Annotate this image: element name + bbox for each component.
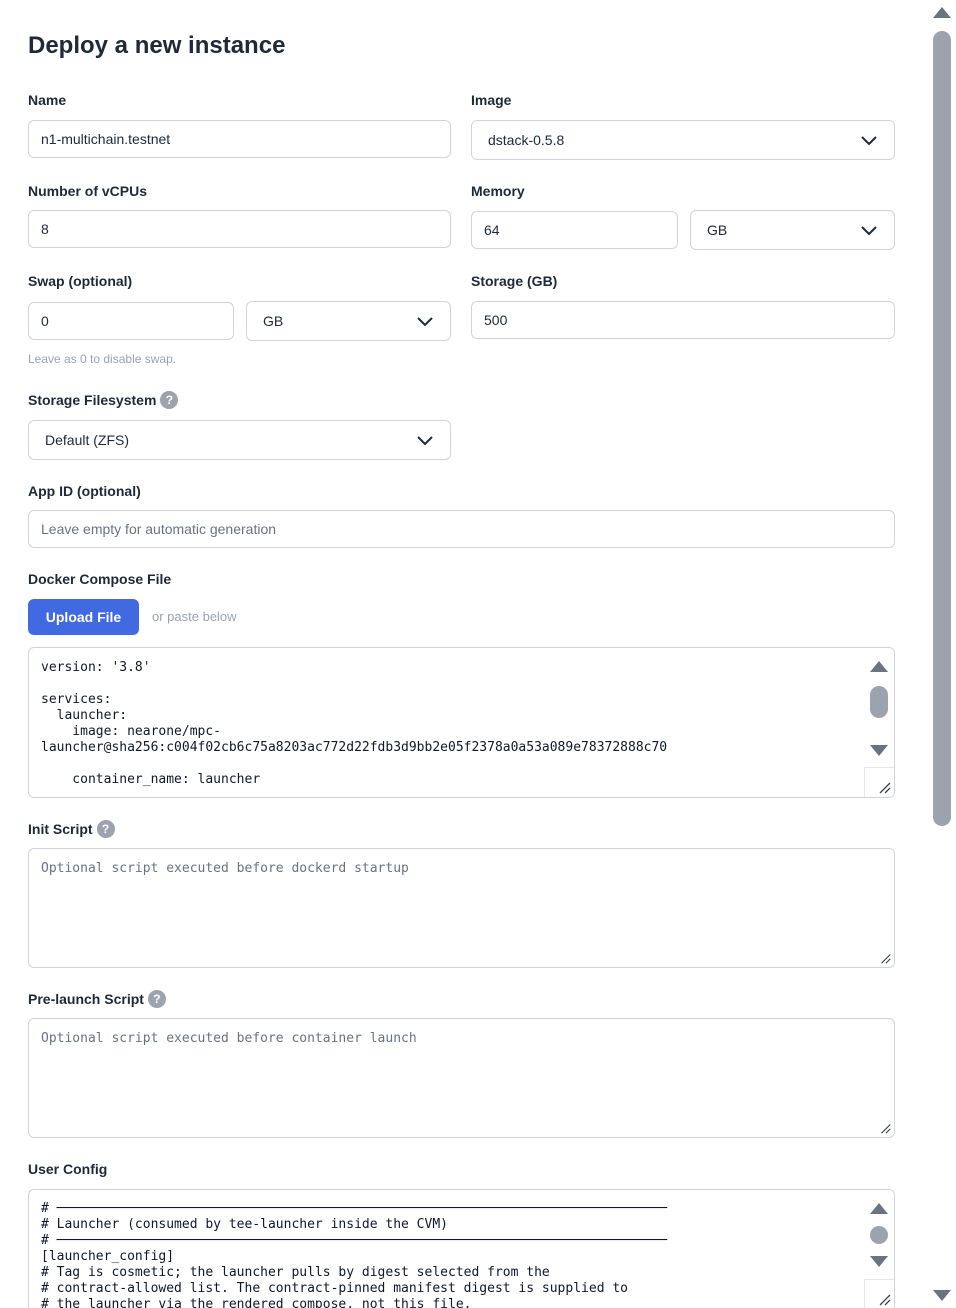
chevron-down-icon	[417, 317, 433, 327]
chevron-down-icon	[417, 436, 433, 446]
resize-grip-icon	[879, 1294, 891, 1306]
init-script-label: Init Script ?	[28, 820, 115, 838]
user-config-content: # ──────────────────────────────────────…	[41, 1201, 668, 1308]
or-paste-hint: or paste below	[152, 609, 237, 624]
user-config-label: User Config	[28, 1161, 108, 1177]
swap-label: Swap (optional)	[28, 273, 133, 289]
page-scrollbar[interactable]	[928, 0, 956, 1308]
init-script-textarea[interactable]: Optional script executed before dockerd …	[28, 848, 895, 968]
chevron-down-icon	[861, 136, 877, 146]
resize-grip-icon[interactable]	[878, 951, 892, 965]
vcpus-input[interactable]: 8	[28, 210, 451, 248]
scroll-up-icon[interactable]	[869, 1200, 889, 1216]
compose-textarea[interactable]: version: '3.8' services: launcher: image…	[28, 647, 895, 798]
compose-content: version: '3.8' services: launcher: image…	[41, 660, 668, 787]
image-select[interactable]: dstack-0.5.8	[471, 120, 895, 160]
filesystem-label: Storage Filesystem ?	[28, 391, 179, 409]
scroll-thumb[interactable]	[870, 686, 888, 718]
scroll-up-icon[interactable]	[932, 4, 952, 20]
help-icon[interactable]: ?	[160, 391, 179, 409]
swap-input[interactable]: 0	[28, 302, 234, 340]
scroll-up-icon[interactable]	[869, 658, 889, 674]
swap-unit-value: GB	[263, 313, 284, 329]
storage-label: Storage (GB)	[471, 273, 558, 289]
storage-input[interactable]: 500	[471, 301, 895, 339]
scroll-thumb[interactable]	[870, 1226, 888, 1244]
init-script-label-text: Init Script	[28, 821, 93, 837]
prelaunch-script-textarea[interactable]: Optional script executed before containe…	[28, 1018, 895, 1138]
user-config-textarea[interactable]: # ──────────────────────────────────────…	[28, 1189, 895, 1308]
init-script-placeholder: Optional script executed before dockerd …	[41, 861, 409, 876]
prelaunch-script-placeholder: Optional script executed before containe…	[41, 1031, 417, 1046]
page-title: Deploy a new instance	[28, 32, 286, 59]
help-icon[interactable]: ?	[147, 990, 166, 1008]
name-label: Name	[28, 92, 67, 108]
name-input[interactable]: n1-multichain.testnet	[28, 120, 451, 158]
memory-unit-value: GB	[707, 222, 728, 238]
prelaunch-script-label: Pre-launch Script ?	[28, 990, 166, 1008]
app-id-input[interactable]: Leave empty for automatic generation	[28, 510, 895, 548]
memory-label: Memory	[471, 183, 525, 199]
prelaunch-script-label-text: Pre-launch Script	[28, 991, 144, 1007]
image-label: Image	[471, 92, 512, 108]
scroll-thumb[interactable]	[933, 31, 951, 826]
vcpus-label: Number of vCPUs	[28, 183, 148, 199]
filesystem-label-text: Storage Filesystem	[28, 392, 157, 408]
compose-label: Docker Compose File	[28, 571, 172, 587]
swap-unit-select[interactable]: GB	[246, 301, 451, 341]
chevron-down-icon	[861, 226, 877, 236]
app-id-label: App ID (optional)	[28, 483, 141, 499]
scroll-down-icon[interactable]	[932, 1288, 952, 1304]
scroll-down-icon[interactable]	[869, 1254, 889, 1270]
resize-grip-icon	[879, 782, 891, 794]
help-icon[interactable]: ?	[96, 820, 115, 838]
filesystem-select[interactable]: Default (ZFS)	[28, 420, 451, 460]
deploy-form-page: Deploy a new instance Name n1-multichain…	[0, 0, 928, 1308]
swap-hint: Leave as 0 to disable swap.	[28, 352, 177, 366]
memory-unit-select[interactable]: GB	[690, 210, 895, 250]
filesystem-select-value: Default (ZFS)	[45, 432, 130, 448]
image-select-value: dstack-0.5.8	[488, 132, 565, 148]
resize-handle[interactable]	[864, 767, 894, 797]
scroll-down-icon[interactable]	[869, 743, 889, 759]
resize-grip-icon[interactable]	[878, 1121, 892, 1135]
upload-file-button[interactable]: Upload File	[28, 599, 139, 635]
resize-handle[interactable]	[864, 1279, 894, 1308]
memory-input[interactable]: 64	[471, 211, 678, 249]
